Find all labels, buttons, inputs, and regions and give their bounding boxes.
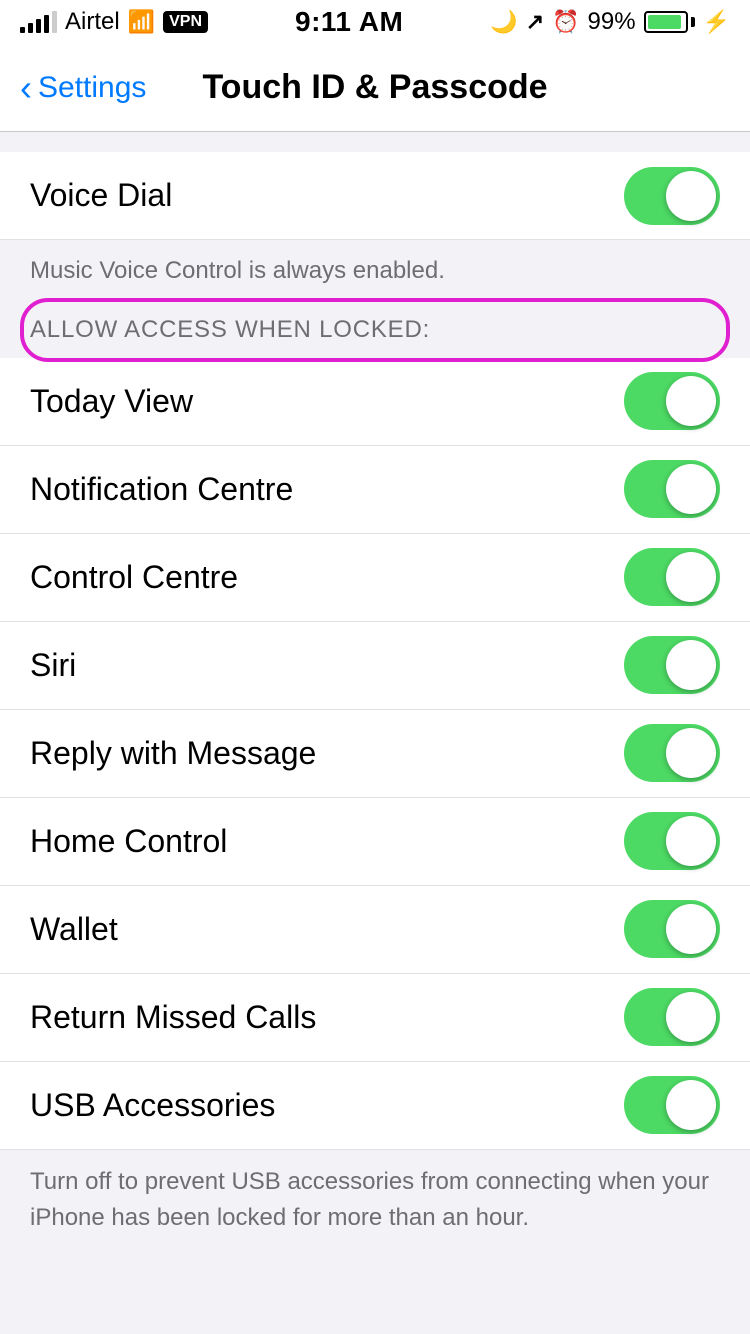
toggle-knob: [666, 816, 716, 866]
control-centre-row: Control Centre: [0, 534, 750, 622]
notification-centre-toggle[interactable]: [624, 460, 720, 518]
usb-accessories-toggle[interactable]: [624, 1076, 720, 1134]
status-right: 🌙 ↗ ⏰ 99% ⚡: [490, 8, 730, 36]
nav-bar: ‹ Settings Touch ID & Passcode: [0, 44, 750, 132]
status-bar: Airtel 📶 VPN 9:11 AM 🌙 ↗ ⏰ 99% ⚡: [0, 0, 750, 44]
siri-label: Siri: [30, 647, 76, 684]
toggle-knob: [666, 904, 716, 954]
siri-toggle[interactable]: [624, 636, 720, 694]
usb-accessories-row: USB Accessories: [0, 1062, 750, 1150]
usb-accessories-footer: Turn off to prevent USB accessories from…: [0, 1150, 750, 1250]
usb-accessories-label: USB Accessories: [30, 1087, 275, 1124]
page-title: Touch ID & Passcode: [202, 68, 547, 107]
home-control-row: Home Control: [0, 798, 750, 886]
allow-access-section: ALLOW ACCESS WHEN LOCKED: Today View Not…: [0, 302, 750, 1250]
status-left: Airtel 📶 VPN: [20, 8, 208, 36]
toggle-knob: [666, 376, 716, 426]
wallet-toggle[interactable]: [624, 900, 720, 958]
toggle-knob: [666, 992, 716, 1042]
today-view-row: Today View: [0, 358, 750, 446]
control-centre-toggle[interactable]: [624, 548, 720, 606]
home-control-toggle[interactable]: [624, 812, 720, 870]
toggle-knob: [666, 1080, 716, 1130]
reply-with-message-toggle[interactable]: [624, 724, 720, 782]
vpn-badge: VPN: [163, 11, 208, 33]
alarm-icon: ⏰: [552, 9, 579, 35]
toggle-knob: [666, 552, 716, 602]
back-button[interactable]: ‹ Settings: [20, 70, 146, 106]
return-missed-calls-toggle[interactable]: [624, 988, 720, 1046]
return-missed-calls-row: Return Missed Calls: [0, 974, 750, 1062]
back-chevron-icon: ‹: [20, 70, 32, 106]
today-view-toggle[interactable]: [624, 372, 720, 430]
voice-dial-footer: Music Voice Control is always enabled.: [0, 240, 750, 302]
wifi-icon: 📶: [128, 9, 155, 35]
allow-access-header: ALLOW ACCESS WHEN LOCKED:: [0, 302, 750, 358]
home-control-label: Home Control: [30, 823, 227, 860]
toggle-knob: [666, 640, 716, 690]
reply-with-message-label: Reply with Message: [30, 735, 316, 772]
back-label: Settings: [38, 71, 146, 105]
settings-content: Voice Dial Music Voice Control is always…: [0, 132, 750, 1250]
signal-bars-icon: [20, 11, 57, 33]
battery-percentage: 99%: [588, 8, 636, 36]
toggle-knob: [666, 464, 716, 514]
siri-row: Siri: [0, 622, 750, 710]
charging-icon: ⚡: [703, 9, 730, 35]
location-icon: ↗: [526, 9, 544, 35]
voice-dial-toggle[interactable]: [624, 167, 720, 225]
voice-dial-label: Voice Dial: [30, 177, 172, 214]
notification-centre-row: Notification Centre: [0, 446, 750, 534]
reply-with-message-row: Reply with Message: [0, 710, 750, 798]
voice-dial-section: Voice Dial Music Voice Control is always…: [0, 152, 750, 302]
notification-centre-label: Notification Centre: [30, 471, 293, 508]
control-centre-label: Control Centre: [30, 559, 238, 596]
wallet-row: Wallet: [0, 886, 750, 974]
status-time: 9:11 AM: [295, 6, 403, 38]
voice-dial-row: Voice Dial: [0, 152, 750, 240]
today-view-label: Today View: [30, 383, 193, 420]
battery-icon: [644, 11, 695, 33]
toggle-knob: [666, 171, 716, 221]
return-missed-calls-label: Return Missed Calls: [30, 999, 316, 1036]
carrier-label: Airtel: [65, 8, 120, 36]
wallet-label: Wallet: [30, 911, 118, 948]
toggle-knob: [666, 728, 716, 778]
moon-icon: 🌙: [490, 9, 517, 35]
